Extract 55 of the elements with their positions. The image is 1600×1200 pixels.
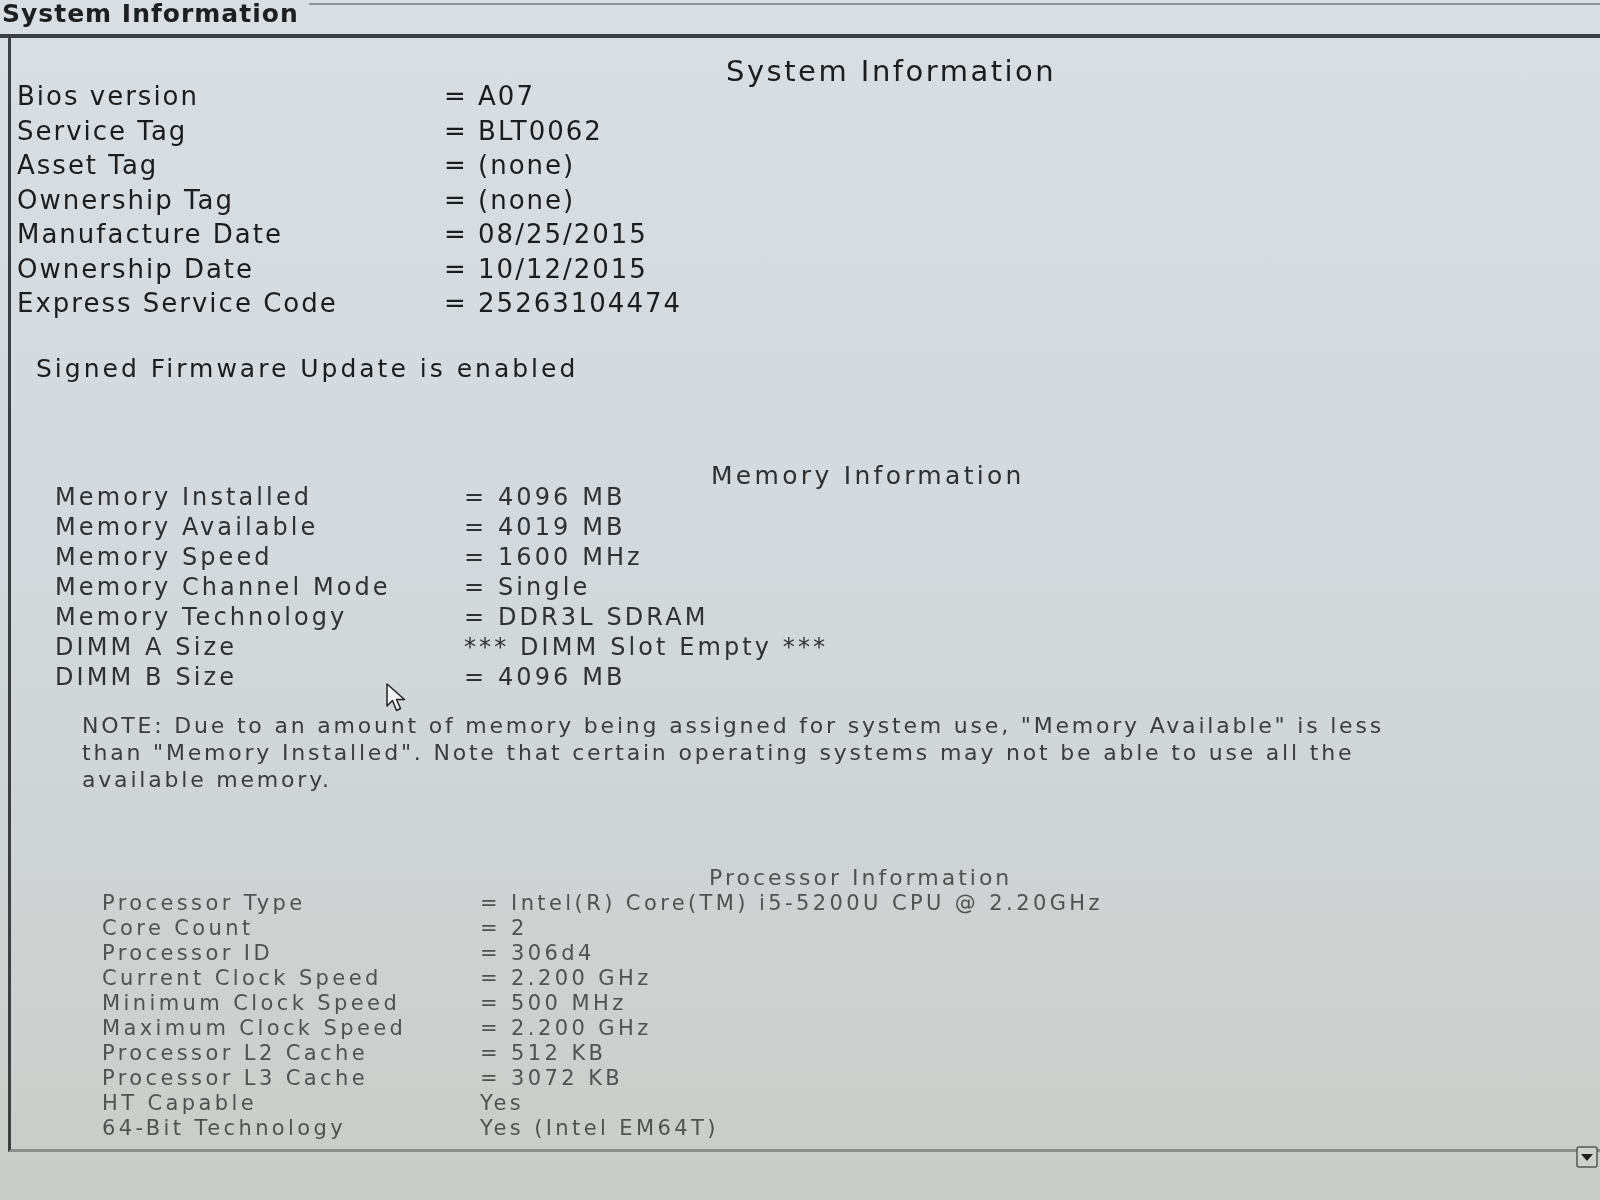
field-label: Express Service Code (17, 287, 338, 320)
field-value: = 306d4 (480, 941, 595, 965)
field-value: = 10/12/2015 (444, 252, 648, 285)
field-value: *** DIMM Slot Empty *** (464, 632, 829, 661)
field-value: = 500 MHz (480, 991, 627, 1015)
field-value: = BLT0062 (444, 114, 603, 147)
field-label: Ownership Tag (17, 183, 234, 216)
field-value: = 2.200 GHz (480, 966, 652, 990)
field-value: = 25263104474 (444, 287, 682, 320)
field-value: = (none) (444, 149, 576, 182)
field-label: 64-Bit Technology (102, 1116, 347, 1140)
field-value: = Single (464, 572, 591, 601)
note-text: NOTE: Due to an amount of memory being assigned for system use, "Memory Available" is less than "Memory Installed". Note that certain operating systems may not be able to use all the available memory. (82, 711, 1422, 793)
field-label: DIMM A Size (55, 632, 237, 661)
field-label: DIMM B Size (55, 662, 238, 691)
section-heading: Memory Information (711, 460, 1025, 491)
field-value: = 4019 MB (464, 512, 626, 541)
field-label: Service Tag (17, 114, 188, 147)
field-label: Bios version (17, 80, 199, 113)
field-label: Processor L3 Cache (102, 1066, 369, 1090)
field-label: Minimum Clock Speed (102, 991, 401, 1015)
field-value: = DDR3L SDRAM (464, 602, 709, 631)
field-value: = Intel(R) Core(TM) i5-5200U CPU @ 2.20GHz (480, 891, 1103, 915)
field-value: = 4096 MB (464, 662, 626, 691)
field-label: Asset Tag (17, 149, 159, 182)
field-label: Memory Available (55, 512, 319, 541)
field-label: Processor ID (102, 941, 273, 965)
field-label: Manufacture Date (17, 218, 283, 251)
field-label: Ownership Date (17, 252, 255, 285)
section-heading: System Information (726, 55, 1057, 87)
field-value: = 2.200 GHz (480, 1016, 652, 1040)
field-label: Maximum Clock Speed (102, 1016, 407, 1040)
field-value: = A07 (444, 80, 535, 113)
field-label: Processor L2 Cache (102, 1041, 369, 1065)
status-text: Signed Firmware Update is enabled (36, 353, 579, 384)
field-value: = 512 KB (480, 1041, 607, 1065)
mouse-pointer-icon (386, 682, 406, 712)
field-value: = 1600 MHz (464, 542, 643, 571)
field-value: = 3072 KB (480, 1066, 624, 1090)
field-label: Current Clock Speed (102, 966, 382, 990)
window-title: System Information (1, 0, 300, 28)
field-label: Processor Type (102, 891, 306, 915)
field-label: Memory Technology (55, 602, 348, 631)
field-value: = 08/25/2015 (444, 218, 648, 251)
field-label: HT Capable (102, 1091, 258, 1115)
field-value: = 2 (480, 916, 528, 940)
field-value: = (none) (444, 183, 576, 216)
field-label: Memory Installed (55, 482, 313, 511)
field-label: Memory Speed (55, 542, 273, 571)
field-value: Yes (480, 1091, 525, 1115)
field-label: Core Count (102, 916, 254, 940)
field-value: Yes (Intel EM64T) (480, 1116, 719, 1140)
section-heading: Processor Information (709, 864, 1013, 891)
field-value: = 4096 MB (464, 482, 626, 511)
field-label: Memory Channel Mode (55, 572, 391, 601)
